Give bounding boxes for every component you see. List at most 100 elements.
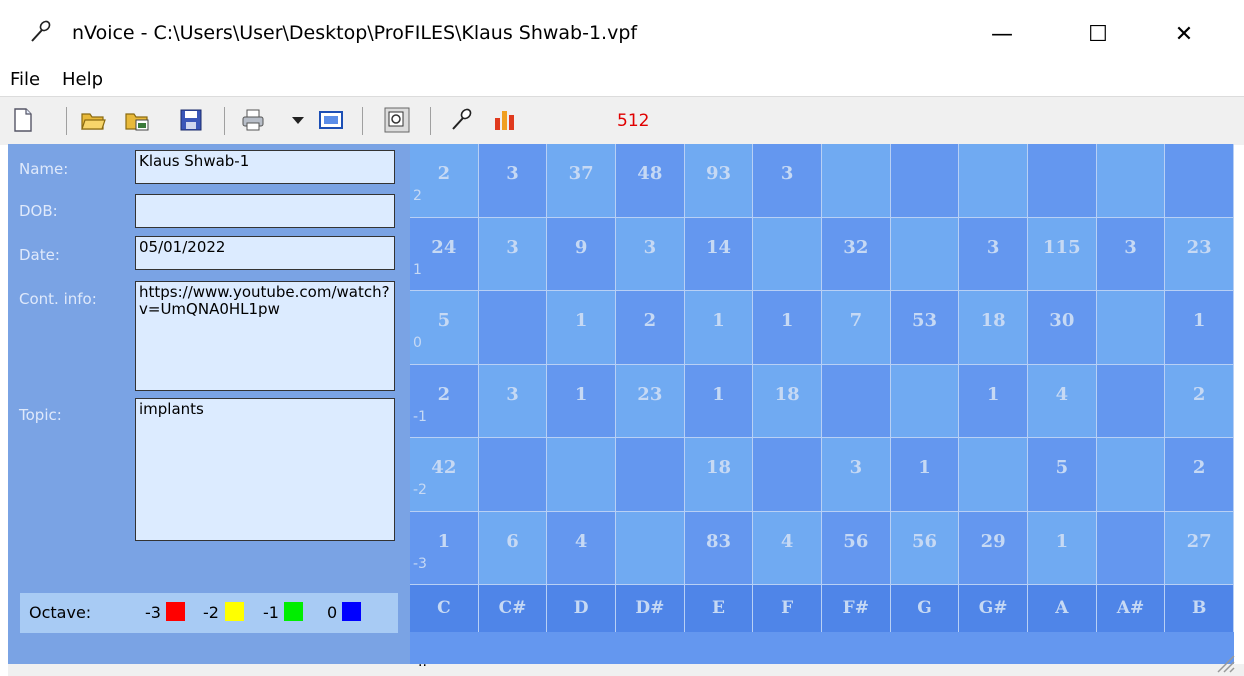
note-cell: 24 1 (410, 217, 479, 291)
note-count-value: 1 (1192, 310, 1206, 331)
note-cell: 1 (1165, 291, 1234, 365)
open-image-icon[interactable] (124, 107, 150, 133)
note-cell: 56 (822, 511, 891, 585)
note-cell: 3 (478, 217, 548, 291)
menu-bar: File Help (0, 66, 1244, 96)
note-cell: 30 (1028, 291, 1097, 365)
note-count-value: 83 (705, 530, 732, 552)
note-cell (1028, 144, 1097, 218)
microphone-icon (31, 20, 51, 42)
note-count-value: 3 (506, 236, 519, 258)
note-count-value: 18 (980, 310, 1006, 331)
note-cell: 1 (684, 291, 754, 365)
date-field[interactable]: 05/01/2022 (135, 236, 395, 270)
note-count-value: 24 (431, 236, 457, 258)
note-cell: 4 (753, 511, 822, 585)
note-name-header: D (547, 585, 616, 632)
print-icon[interactable] (240, 107, 266, 133)
new-file-icon[interactable] (10, 107, 36, 133)
note-cell: 3 (478, 364, 548, 438)
menu-help[interactable]: Help (62, 69, 103, 90)
minimize-button[interactable]: — (982, 14, 1022, 54)
toolbar-separator (224, 107, 225, 135)
note-name-header: E (684, 585, 754, 632)
bar-chart-icon[interactable] (492, 107, 518, 133)
note-cell: 3 (1096, 217, 1166, 291)
note-count-value: 27 (1186, 530, 1212, 552)
note-cell: 48 (616, 144, 685, 218)
note-name-header: G (890, 585, 960, 632)
contact-info-label: Cont. info: (19, 290, 97, 308)
topic-label: Topic: (19, 406, 62, 424)
note-count-value: 23 (1186, 236, 1212, 258)
octave-row-label: -2 (413, 482, 427, 498)
legend-label: -1 (263, 603, 279, 622)
note-name-header: C# (478, 585, 548, 632)
note-count-value: 7 (849, 310, 863, 331)
octave-label: Octave: (29, 603, 92, 622)
note-count-value: 42 (431, 457, 457, 478)
note-cell: 18 (684, 438, 754, 512)
note-cell: 29 (959, 511, 1028, 585)
status-bar: .. (8, 654, 1244, 676)
note-count-value: 9 (574, 236, 588, 258)
resize-grip-icon[interactable] (1212, 650, 1236, 674)
dob-label: DOB: (19, 202, 58, 220)
note-count: 512 (617, 111, 650, 131)
note-cell: 1 (890, 438, 960, 512)
legend-swatch-blue (342, 602, 361, 621)
legend-swatch-green (284, 602, 303, 621)
note-name-header: F (753, 585, 822, 632)
legend-label: -2 (203, 603, 219, 622)
menu-file[interactable]: File (10, 69, 40, 90)
note-cell: 1 (684, 364, 754, 438)
contact-info-field[interactable]: https://www.youtube.com/watch?v=UmQNA0HL… (135, 281, 395, 391)
report-icon[interactable] (384, 107, 410, 133)
legend-swatch-red (166, 602, 185, 621)
note-cell: 18 (753, 364, 822, 438)
note-cell: 5 (1028, 438, 1097, 512)
note-cell: 83 (684, 511, 754, 585)
toolbar-separator (430, 107, 431, 135)
note-cell (822, 364, 891, 438)
note-cell (1096, 438, 1166, 512)
note-cell (753, 438, 822, 512)
note-name-header: F# (822, 585, 891, 632)
note-name-header: D# (616, 585, 685, 632)
microphone-icon[interactable] (448, 107, 474, 133)
maximize-button[interactable]: ☐ (1078, 14, 1118, 54)
note-cell (959, 438, 1028, 512)
name-field[interactable]: Klaus Shwab-1 (135, 150, 395, 184)
note-count-value: 1 (437, 530, 451, 552)
close-button[interactable]: ✕ (1164, 14, 1204, 54)
toolbar-separator (362, 107, 363, 135)
open-folder-icon[interactable] (80, 107, 106, 133)
topic-field[interactable]: implants (135, 398, 395, 541)
note-count-value: 3 (506, 383, 519, 405)
dob-field[interactable] (135, 194, 395, 228)
note-cell: 1 (547, 291, 616, 365)
note-cell (890, 144, 960, 218)
note-count-value: 4 (574, 530, 588, 552)
note-cell: 6 (478, 511, 548, 585)
note-count-value: 6 (506, 530, 519, 552)
note-count-value: 18 (774, 383, 800, 405)
note-name-header: A# (1096, 585, 1166, 632)
note-count-value: 1 (780, 310, 794, 331)
view-icon[interactable] (318, 107, 344, 133)
legend-label: 0 (327, 603, 338, 622)
note-count-value: 3 (506, 163, 519, 184)
note-cell: 3 (478, 144, 548, 218)
profile-panel: Name: Klaus Shwab-1 DOB: Date: 05/01/202… (8, 144, 410, 676)
note-count-value: 56 (911, 530, 938, 552)
note-cell (616, 511, 685, 585)
note-count-value: 3 (643, 236, 657, 258)
octave-row-label: 0 (413, 335, 422, 351)
note-count-value: 3 (780, 163, 794, 184)
note-count-value: 56 (843, 530, 869, 552)
save-icon[interactable] (178, 107, 204, 133)
note-cell: 9 (547, 217, 616, 291)
note-cell (1165, 144, 1234, 218)
print-dropdown-icon[interactable] (286, 107, 312, 133)
note-count-value: 14 (705, 236, 732, 258)
